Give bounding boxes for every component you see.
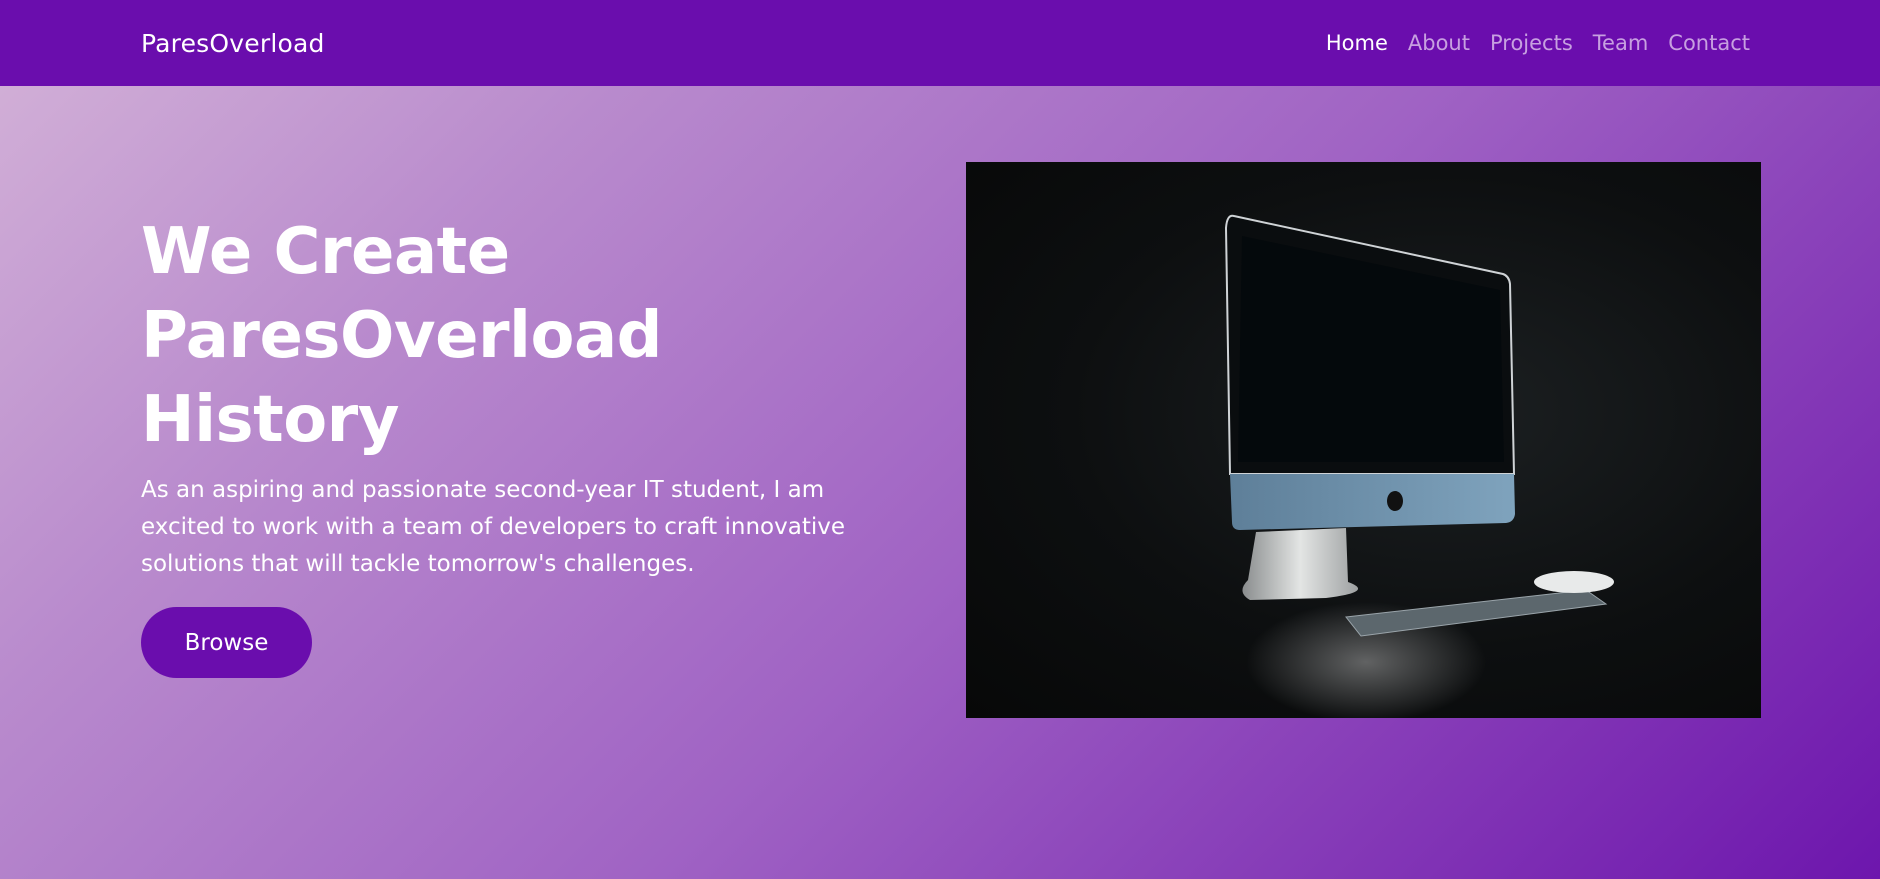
hero-section: We Create ParesOverload History As an as… <box>141 210 921 678</box>
hero-title: We Create ParesOverload History <box>141 210 921 462</box>
hero-title-line-2: ParesOverload <box>141 299 662 373</box>
hero-title-line-3: History <box>141 383 399 457</box>
hero-description: As an aspiring and passionate second-yea… <box>141 477 845 577</box>
desktop-computer-photo-icon <box>1224 214 1614 718</box>
brand-logo[interactable]: ParesOverload <box>141 29 325 58</box>
browse-button[interactable]: Browse <box>141 607 312 678</box>
nav-link-about[interactable]: About <box>1408 31 1470 55</box>
nav-link-home[interactable]: Home <box>1326 31 1388 55</box>
nav-link-contact[interactable]: Contact <box>1668 31 1750 55</box>
nav-link-team[interactable]: Team <box>1593 31 1649 55</box>
nav-link-projects[interactable]: Projects <box>1490 31 1573 55</box>
navbar: ParesOverload Home About Projects Team C… <box>0 0 1880 86</box>
hero-image <box>966 162 1761 718</box>
nav-links: Home About Projects Team Contact <box>1326 31 1750 55</box>
hero-title-line-1: We Create <box>141 215 510 289</box>
